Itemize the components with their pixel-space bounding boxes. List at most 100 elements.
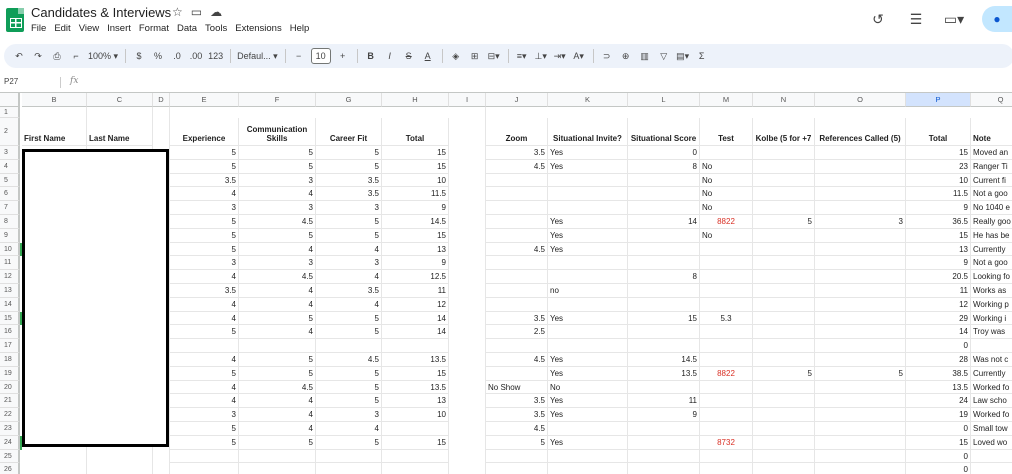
cell-g-21[interactable]: 5 bbox=[316, 394, 382, 409]
cell-e-12[interactable]: 4 bbox=[170, 270, 239, 284]
row-number[interactable]: 19 bbox=[0, 366, 20, 381]
cell-k-12[interactable] bbox=[548, 270, 628, 284]
cell-f-23[interactable]: 4 bbox=[239, 422, 316, 436]
column-header-b[interactable]: B bbox=[22, 93, 87, 107]
cell-g-9[interactable]: 5 bbox=[316, 228, 382, 243]
cell-j-22[interactable]: 3.5 bbox=[486, 408, 548, 422]
row-number[interactable]: 5 bbox=[0, 173, 20, 188]
cell-q-26[interactable] bbox=[971, 463, 1012, 474]
cell-q-20[interactable]: Worked fo bbox=[971, 381, 1012, 395]
cell-k-14[interactable] bbox=[548, 297, 628, 312]
cell-o-4[interactable] bbox=[815, 159, 906, 174]
cell-g-11[interactable]: 3 bbox=[316, 256, 382, 271]
cell-h-12[interactable]: 12.5 bbox=[382, 270, 449, 284]
increase-decimal-button[interactable]: .00 bbox=[189, 47, 203, 65]
italic-button[interactable]: I bbox=[383, 47, 397, 65]
cell-m-23[interactable] bbox=[700, 422, 753, 436]
cell-m-20[interactable] bbox=[700, 380, 753, 395]
cell-q-15[interactable]: Working i bbox=[971, 312, 1012, 326]
cell-p-17[interactable]: 0 bbox=[906, 339, 971, 353]
cell-f-13[interactable]: 4 bbox=[239, 284, 316, 298]
star-icon[interactable]: ☆ bbox=[172, 5, 183, 19]
cell-n-15[interactable] bbox=[753, 311, 815, 326]
print-icon[interactable]: ⎙ bbox=[50, 47, 64, 65]
cell-k-16[interactable] bbox=[548, 325, 628, 340]
cell-h-9[interactable]: 15 bbox=[382, 228, 449, 243]
cell-k-5[interactable] bbox=[548, 173, 628, 188]
cell-o-9[interactable] bbox=[815, 228, 906, 243]
cell-m-18[interactable] bbox=[700, 353, 753, 367]
cell-e-3[interactable]: 5 bbox=[170, 146, 239, 160]
cell-e-18[interactable]: 4 bbox=[170, 353, 239, 367]
redo-icon[interactable]: ↷ bbox=[31, 47, 45, 65]
cell-f-17[interactable] bbox=[239, 339, 316, 353]
cell-l-5[interactable] bbox=[628, 173, 700, 188]
cell-l-7[interactable] bbox=[628, 201, 700, 215]
cell-q-23[interactable]: Small tow bbox=[971, 422, 1012, 436]
cell-o-17[interactable] bbox=[815, 339, 906, 353]
cell-l-26[interactable] bbox=[628, 463, 700, 474]
cell-o-15[interactable] bbox=[815, 311, 906, 326]
cell-e-24[interactable]: 5 bbox=[170, 435, 239, 450]
column-header-e[interactable]: E bbox=[170, 93, 239, 107]
cell-n-25[interactable] bbox=[753, 449, 815, 464]
cell-p-7[interactable]: 9 bbox=[906, 201, 971, 215]
cell-m-21[interactable] bbox=[700, 394, 753, 409]
cell-m-19[interactable]: 8822 bbox=[700, 366, 753, 381]
cell-n-9[interactable] bbox=[753, 228, 815, 243]
cell-m-4[interactable]: No bbox=[700, 159, 753, 174]
cell-p-12[interactable]: 20.5 bbox=[906, 270, 971, 284]
cell-n-11[interactable] bbox=[753, 256, 815, 271]
cell-q-6[interactable]: Not a goo bbox=[971, 187, 1012, 202]
cell-p-9[interactable]: 15 bbox=[906, 228, 971, 243]
cell-f-14[interactable]: 4 bbox=[239, 297, 316, 312]
cell-f-10[interactable]: 4 bbox=[239, 242, 316, 257]
cell-m-14[interactable] bbox=[700, 297, 753, 312]
insert-chart-icon[interactable]: ▥ bbox=[638, 47, 652, 65]
row-number[interactable]: 18 bbox=[0, 353, 20, 367]
cell-m-15[interactable]: 5.3 bbox=[700, 311, 753, 326]
cell-q-10[interactable]: Currently bbox=[971, 243, 1012, 257]
header-cell-n[interactable]: Kolbe (5 for +7 bbox=[753, 118, 815, 146]
cell-k-11[interactable] bbox=[548, 256, 628, 271]
cell-m-17[interactable] bbox=[700, 339, 753, 353]
cell-k-7[interactable] bbox=[548, 201, 628, 215]
cloud-status-icon[interactable]: ☁ bbox=[210, 5, 222, 19]
cell-k-9[interactable]: Yes bbox=[548, 228, 628, 243]
cell-f-22[interactable]: 4 bbox=[239, 408, 316, 422]
cell-p-8[interactable]: 36.5 bbox=[906, 215, 971, 229]
cell-n-22[interactable] bbox=[753, 408, 815, 422]
cell-q-24[interactable]: Loved wo bbox=[971, 436, 1012, 450]
cell-n-12[interactable] bbox=[753, 270, 815, 284]
cell-h-22[interactable]: 10 bbox=[382, 408, 449, 422]
cell-n-10[interactable] bbox=[753, 242, 815, 257]
cell-q-8[interactable]: Really goo bbox=[971, 215, 1012, 229]
header-cell-m[interactable]: Test bbox=[700, 118, 753, 146]
zoom-select[interactable]: 100% ▾ bbox=[88, 47, 118, 65]
row-number[interactable]: 15 bbox=[0, 311, 20, 326]
column-header-p[interactable]: P bbox=[906, 93, 971, 107]
strikethrough-button[interactable]: S bbox=[402, 47, 416, 65]
cell-h-11[interactable]: 9 bbox=[382, 256, 449, 271]
cell-h-24[interactable]: 15 bbox=[382, 435, 449, 450]
column-header-l[interactable]: L bbox=[628, 93, 700, 107]
cell-p-25[interactable]: 0 bbox=[906, 449, 971, 464]
cell-p-26[interactable]: 0 bbox=[906, 463, 971, 474]
cell-e-8[interactable]: 5 bbox=[170, 215, 239, 229]
cell-l-8[interactable]: 14 bbox=[628, 215, 700, 229]
cell-j-20[interactable]: No Show bbox=[486, 380, 548, 395]
vertical-align-icon[interactable]: ⊥▾ bbox=[534, 47, 548, 65]
cell-g-16[interactable]: 5 bbox=[316, 325, 382, 340]
column-header-o[interactable]: O bbox=[815, 93, 906, 107]
cell-k-17[interactable] bbox=[548, 339, 628, 353]
cell-p-18[interactable]: 28 bbox=[906, 353, 971, 367]
cell-f-5[interactable]: 3 bbox=[239, 173, 316, 188]
cell-h-5[interactable]: 10 bbox=[382, 173, 449, 188]
cell-e-4[interactable]: 5 bbox=[170, 159, 239, 174]
cell-k-26[interactable] bbox=[548, 463, 628, 474]
insert-comment-icon[interactable]: ⊕ bbox=[619, 47, 633, 65]
row-number[interactable]: 26 bbox=[0, 463, 20, 474]
cell-m-22[interactable] bbox=[700, 408, 753, 422]
cell-p-10[interactable]: 13 bbox=[906, 242, 971, 257]
cell-m-9[interactable]: No bbox=[700, 228, 753, 243]
